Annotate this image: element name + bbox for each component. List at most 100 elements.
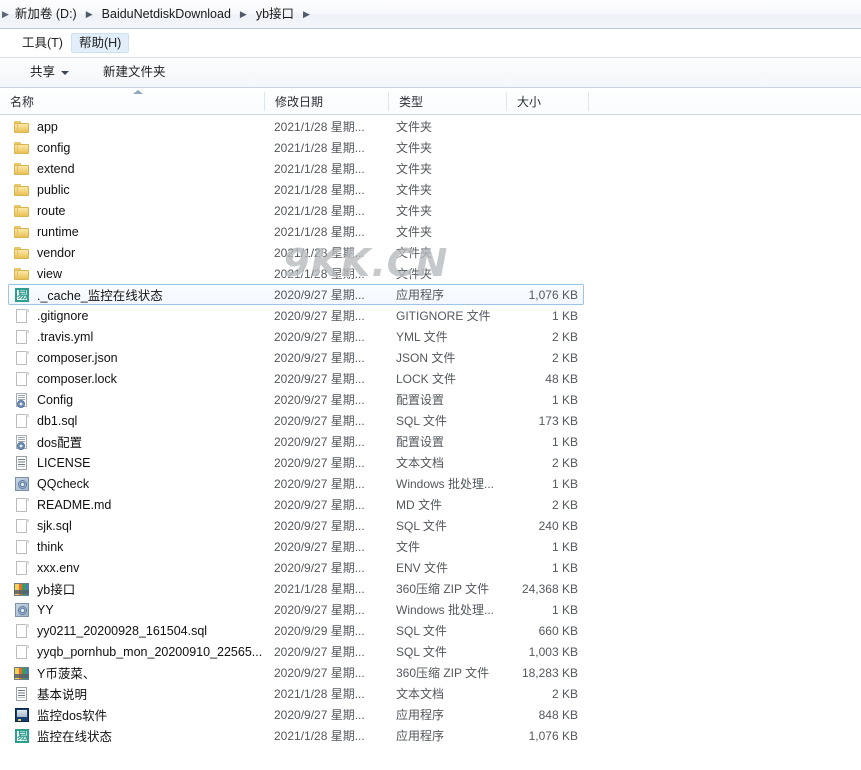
chevron-right-icon[interactable]: ▶ <box>234 10 253 19</box>
file-row[interactable]: LICENSE2020/9/27 星期...文本文档2 KB <box>0 452 861 473</box>
file-date-cell: 2021/1/28 星期... <box>274 685 386 702</box>
file-row[interactable]: YY2020/9/27 星期...Windows 批处理...1 KB <box>0 599 861 620</box>
configuration-settings-icon <box>14 392 30 408</box>
chevron-down-icon <box>61 71 69 75</box>
file-date-cell: 2020/9/27 星期... <box>274 412 386 429</box>
file-name-cell[interactable]: 监控dos软件 <box>14 705 262 724</box>
menu-item-tools[interactable]: 工具(T) <box>14 33 71 54</box>
file-row[interactable]: 易._cache_监控在线状态2020/9/27 星期...应用程序1,076 … <box>0 284 861 305</box>
file-name-cell[interactable]: composer.json <box>14 350 262 366</box>
file-type-cell: 360压缩 ZIP 文件 <box>396 580 504 597</box>
file-name-cell[interactable]: 基本说明 <box>14 684 262 703</box>
file-row[interactable]: QQcheck2020/9/27 星期...Windows 批处理...1 KB <box>0 473 861 494</box>
file-type-cell: 文件夹 <box>396 223 504 240</box>
column-header-type[interactable]: 类型 <box>389 89 506 114</box>
file-name-cell[interactable]: public <box>14 182 262 198</box>
command-bar: 共享 新建文件夹 <box>0 58 861 88</box>
file-name-cell[interactable]: db1.sql <box>14 413 262 429</box>
column-resize-handle[interactable] <box>588 92 589 111</box>
file-name-cell[interactable]: vendor <box>14 245 262 261</box>
chevron-right-icon[interactable]: ▶ <box>80 10 99 19</box>
batch-file-icon <box>14 476 30 492</box>
breadcrumb-overflow-icon[interactable]: ▶ <box>2 10 9 19</box>
file-row[interactable]: sjk.sql2020/9/27 星期...SQL 文件240 KB <box>0 515 861 536</box>
file-name-cell[interactable]: .gitignore <box>14 308 262 324</box>
file-date-cell: 2021/1/28 星期... <box>274 580 386 597</box>
file-row[interactable]: yb接口2021/1/28 星期...360压缩 ZIP 文件24,368 KB <box>0 578 861 599</box>
file-date-cell: 2020/9/27 星期... <box>274 391 386 408</box>
file-size-cell: 18,283 KB <box>498 666 578 680</box>
file-name-cell[interactable]: xxx.env <box>14 560 262 576</box>
column-header-name[interactable]: 名称 <box>0 89 264 114</box>
file-name-cell[interactable]: config <box>14 140 262 156</box>
file-name-label: yy0211_20200928_161504.sql <box>37 624 207 638</box>
file-list[interactable]: app2021/1/28 星期...文件夹config2021/1/28 星期.… <box>0 116 861 770</box>
address-bar[interactable]: ▶ 新加卷 (D:) ▶ BaiduNetdiskDownload ▶ yb接口… <box>0 0 861 29</box>
file-type-cell: Windows 批处理... <box>396 475 504 492</box>
file-row[interactable]: think2020/9/27 星期...文件1 KB <box>0 536 861 557</box>
file-name-cell[interactable]: yyqb_pornhub_mon_20200910_22565... <box>14 644 262 660</box>
file-name-cell[interactable]: LICENSE <box>14 455 262 471</box>
file-row[interactable]: public2021/1/28 星期...文件夹 <box>0 179 861 200</box>
file-name-cell[interactable]: app <box>14 119 262 135</box>
file-row[interactable]: yy0211_20200928_161504.sql2020/9/29 星期..… <box>0 620 861 641</box>
breadcrumb-item-drive[interactable]: 新加卷 (D:) <box>12 6 80 23</box>
breadcrumb-item-folder-2[interactable]: yb接口 <box>253 6 297 23</box>
file-name-cell[interactable]: 易._cache_监控在线状态 <box>14 285 262 304</box>
file-row[interactable]: composer.lock2020/9/27 星期...LOCK 文件48 KB <box>0 368 861 389</box>
column-header-date[interactable]: 修改日期 <box>265 89 388 114</box>
file-name-cell[interactable]: view <box>14 266 262 282</box>
file-name-cell[interactable]: sjk.sql <box>14 518 262 534</box>
menu-item-help[interactable]: 帮助(H) <box>71 33 129 54</box>
file-date-cell: 2020/9/27 星期... <box>274 349 386 366</box>
file-row[interactable]: .gitignore2020/9/27 星期...GITIGNORE 文件1 K… <box>0 305 861 326</box>
file-name-cell[interactable]: README.md <box>14 497 262 513</box>
column-header-size[interactable]: 大小 <box>507 89 588 114</box>
file-row[interactable]: 易监控在线状态2021/1/28 星期...应用程序1,076 KB <box>0 725 861 746</box>
share-label: 共享 <box>30 66 55 79</box>
share-button[interactable]: 共享 <box>22 63 77 82</box>
file-row[interactable]: db1.sql2020/9/27 星期...SQL 文件173 KB <box>0 410 861 431</box>
file-name-cell[interactable]: QQcheck <box>14 476 262 492</box>
file-name-cell[interactable]: Config <box>14 392 262 408</box>
file-row[interactable]: app2021/1/28 星期...文件夹 <box>0 116 861 137</box>
file-row[interactable]: extend2021/1/28 星期...文件夹 <box>0 158 861 179</box>
file-name-label: composer.json <box>37 351 118 365</box>
file-row[interactable]: composer.json2020/9/27 星期...JSON 文件2 KB <box>0 347 861 368</box>
file-name-cell[interactable]: think <box>14 539 262 555</box>
file-type-cell: ENV 文件 <box>396 559 504 576</box>
breadcrumb-item-folder-1[interactable]: BaiduNetdiskDownload <box>99 6 234 23</box>
file-name-cell[interactable]: 易监控在线状态 <box>14 726 262 745</box>
file-row[interactable]: runtime2021/1/28 星期...文件夹 <box>0 221 861 242</box>
file-row[interactable]: view2021/1/28 星期...文件夹 <box>0 263 861 284</box>
file-name-cell[interactable]: yb接口 <box>14 579 262 598</box>
file-name-cell[interactable]: YY <box>14 602 262 618</box>
file-size-cell: 1,076 KB <box>498 729 578 743</box>
file-row[interactable]: yyqb_pornhub_mon_20200910_22565...2020/9… <box>0 641 861 662</box>
file-row[interactable]: xxx.env2020/9/27 星期...ENV 文件1 KB <box>0 557 861 578</box>
file-name-cell[interactable]: dos配置 <box>14 432 262 451</box>
file-name-cell[interactable]: Y币菠菜、 <box>14 663 262 682</box>
file-name-cell[interactable]: runtime <box>14 224 262 240</box>
file-row[interactable]: .travis.yml2020/9/27 星期...YML 文件2 KB <box>0 326 861 347</box>
file-row[interactable]: vendor2021/1/28 星期...文件夹 <box>0 242 861 263</box>
file-name-cell[interactable]: yy0211_20200928_161504.sql <box>14 623 262 639</box>
file-row[interactable]: Config2020/9/27 星期...配置设置1 KB <box>0 389 861 410</box>
chevron-right-icon[interactable]: ▶ <box>297 10 316 19</box>
file-name-cell[interactable]: extend <box>14 161 262 177</box>
file-name-cell[interactable]: .travis.yml <box>14 329 262 345</box>
file-row[interactable]: Y币菠菜、2020/9/27 星期...360压缩 ZIP 文件18,283 K… <box>0 662 861 683</box>
file-row[interactable]: 监控dos软件2020/9/27 星期...应用程序848 KB <box>0 704 861 725</box>
file-name-label: README.md <box>37 498 111 512</box>
file-name-label: YY <box>37 603 54 617</box>
file-name-cell[interactable]: route <box>14 203 262 219</box>
file-row[interactable]: route2021/1/28 星期...文件夹 <box>0 200 861 221</box>
file-type-cell: JSON 文件 <box>396 349 504 366</box>
file-row[interactable]: dos配置2020/9/27 星期...配置设置1 KB <box>0 431 861 452</box>
file-name-cell[interactable]: composer.lock <box>14 371 262 387</box>
file-row[interactable]: config2021/1/28 星期...文件夹 <box>0 137 861 158</box>
file-size-cell: 1,003 KB <box>498 645 578 659</box>
file-row[interactable]: README.md2020/9/27 星期...MD 文件2 KB <box>0 494 861 515</box>
new-folder-button[interactable]: 新建文件夹 <box>95 63 174 82</box>
file-row[interactable]: 基本说明2021/1/28 星期...文本文档2 KB <box>0 683 861 704</box>
